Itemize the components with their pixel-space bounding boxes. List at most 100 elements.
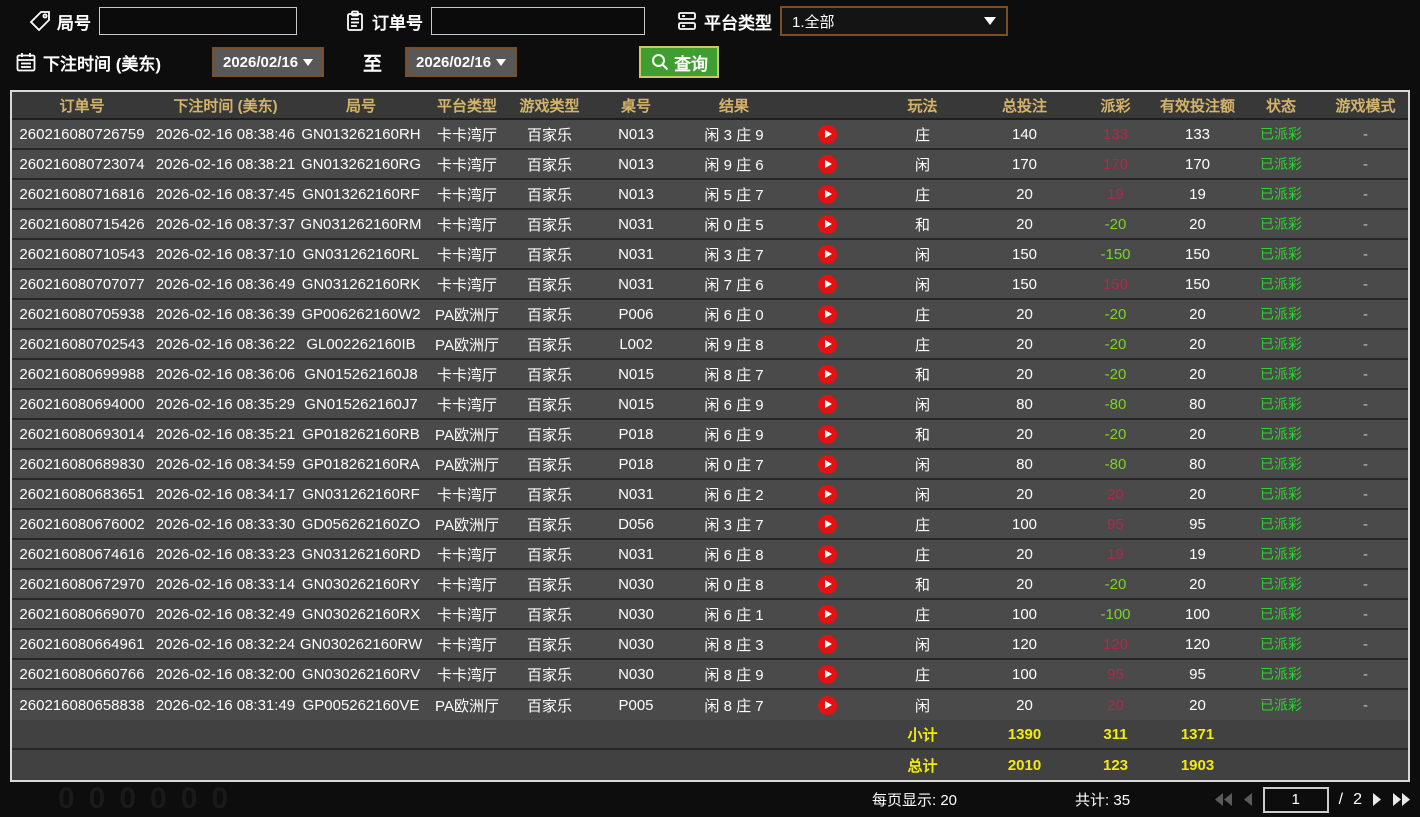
platform-type-cell: 卡卡湾厅	[436, 156, 497, 174]
result-cell: 闲 3 庄 7	[704, 516, 764, 534]
play-icon[interactable]	[818, 274, 837, 294]
status-cell: 已派彩	[1260, 306, 1302, 322]
column-header-8	[784, 92, 871, 118]
bet-type-cell: 闲	[914, 396, 930, 414]
valid-bet-cell: 20	[1189, 365, 1206, 383]
next-page-button[interactable]	[1372, 793, 1382, 806]
game-type-cell: 百家乐	[526, 486, 572, 504]
play-icon[interactable]	[818, 304, 837, 324]
status-cell: 已派彩	[1260, 216, 1302, 232]
bet-type-cell: 庄	[914, 126, 930, 144]
play-icon[interactable]	[818, 514, 837, 534]
current-page-input[interactable]: 1	[1262, 786, 1329, 813]
play-icon[interactable]	[818, 124, 837, 144]
bet-type-cell: 和	[914, 366, 930, 384]
grand-total-label: 总计	[907, 757, 938, 775]
game-mode-cell: -	[1363, 425, 1368, 443]
game-mode-cell: -	[1363, 245, 1368, 263]
filter-bar-row1: 局号 订单号 平台类型 1.全部	[0, 0, 1420, 36]
play-icon[interactable]	[818, 454, 837, 474]
table-number-cell: N013	[618, 155, 654, 173]
play-icon[interactable]	[818, 664, 837, 684]
platform-type-filter: 平台类型 1.全部	[675, 6, 1008, 36]
bet-time-cell: 2026-02-16 08:33:23	[155, 545, 296, 563]
table-row: 260216080715426 2026-02-16 08:37:37 GN0312…	[12, 210, 1408, 240]
table-number-cell: P005	[618, 696, 654, 714]
records-table: 订单号 下注时间 (美东) 局号 平台类型 游戏类型 桌号 结果 玩法 总投注 派彩 有效投注额 状态…	[10, 90, 1410, 782]
play-icon[interactable]	[818, 214, 837, 234]
total-bet-cell: 20	[1016, 696, 1033, 714]
valid-bet-cell: 20	[1189, 485, 1206, 503]
first-page-button[interactable]	[1214, 793, 1233, 806]
date-from-picker[interactable]: 2026/02/16	[212, 47, 325, 77]
result-cell: 闲 6 庄 9	[704, 396, 764, 414]
game-type-cell: 百家乐	[526, 186, 572, 204]
game-mode-cell: -	[1363, 335, 1368, 353]
result-cell: 闲 0 庄 7	[704, 456, 764, 474]
total-bet-cell: 20	[1016, 485, 1033, 503]
order-number-input[interactable]	[431, 7, 645, 35]
subtotal-payout: 311	[1103, 725, 1128, 743]
table-row: 260216080658838 2026-02-16 08:31:49 GP0052…	[12, 690, 1408, 720]
round-number-cell: GN030262160RV	[301, 665, 421, 683]
play-icon[interactable]	[818, 154, 837, 174]
round-number-cell: GN013262160RG	[300, 155, 422, 173]
order-number-cell: 260216080672970	[19, 575, 145, 593]
play-icon[interactable]	[818, 184, 837, 204]
play-cell	[784, 330, 871, 358]
table-number-cell: D056	[618, 515, 654, 533]
play-icon[interactable]	[818, 695, 837, 715]
status-cell: 已派彩	[1260, 546, 1302, 562]
bet-time-cell: 2026-02-16 08:33:14	[155, 575, 296, 593]
table-number-cell: N015	[618, 395, 654, 413]
play-icon[interactable]	[818, 604, 837, 624]
bet-type-cell: 庄	[914, 516, 930, 534]
last-page-button[interactable]	[1392, 793, 1410, 806]
round-number-input[interactable]	[99, 7, 297, 35]
table-header-row: 订单号 下注时间 (美东) 局号 平台类型 游戏类型 桌号 结果 玩法 总投注 派彩 有效投注额 状态…	[12, 92, 1408, 120]
bet-time-filter: 下注时间 (美东)	[14, 50, 161, 75]
play-icon[interactable]	[818, 334, 837, 354]
column-header-13: 状态	[1265, 97, 1296, 115]
platform-type-cell: PA欧洲厅	[435, 456, 499, 474]
round-number-cell: GN030262160RX	[301, 605, 421, 623]
play-icon[interactable]	[818, 424, 837, 444]
play-icon[interactable]	[818, 394, 837, 414]
bet-time-cell: 2026-02-16 08:33:30	[155, 515, 296, 533]
table-number-cell: N030	[618, 605, 654, 623]
order-number-cell: 260216080710543	[19, 245, 145, 263]
column-header-2: 下注时间 (美东)	[173, 97, 278, 115]
status-cell: 已派彩	[1260, 156, 1302, 172]
table-number-cell: N031	[618, 485, 654, 503]
total-bet-cell: 150	[1011, 275, 1038, 293]
payout-cell: -80	[1104, 455, 1127, 473]
bet-time-cell: 2026-02-16 08:37:37	[155, 215, 296, 233]
bet-time-cell: 2026-02-16 08:31:49	[155, 696, 296, 714]
play-icon[interactable]	[818, 244, 837, 264]
play-icon[interactable]	[818, 484, 837, 504]
play-cell	[784, 180, 871, 208]
order-number-cell: 260216080726759	[19, 125, 145, 143]
play-cell	[784, 240, 871, 268]
table-row: 260216080723074 2026-02-16 08:38:21 GN0132…	[12, 150, 1408, 180]
round-number-cell: GN031262160RD	[301, 545, 421, 563]
prev-page-button[interactable]	[1243, 793, 1253, 806]
result-cell: 闲 5 庄 7	[704, 186, 764, 204]
subtotal-row: 小计 1390 311 1371	[12, 720, 1408, 750]
table-row: 260216080716816 2026-02-16 08:37:45 GN0132…	[12, 180, 1408, 210]
play-icon[interactable]	[818, 544, 837, 564]
platform-type-select[interactable]: 1.全部	[780, 6, 1008, 36]
platform-type-cell: PA欧洲厅	[435, 336, 499, 354]
search-button-label: 查询	[674, 54, 709, 74]
column-header-6: 桌号	[620, 97, 651, 115]
play-icon[interactable]	[818, 364, 837, 384]
play-icon[interactable]	[818, 634, 837, 654]
search-button[interactable]: 查询	[639, 46, 720, 78]
date-to-picker[interactable]: 2026/02/16	[405, 47, 518, 77]
valid-bet-cell: 150	[1184, 275, 1211, 293]
bet-type-cell: 闲	[914, 636, 930, 654]
status-cell: 已派彩	[1260, 186, 1302, 202]
game-mode-cell: -	[1363, 305, 1368, 323]
play-icon[interactable]	[818, 574, 837, 594]
result-cell: 闲 3 庄 7	[704, 246, 764, 264]
